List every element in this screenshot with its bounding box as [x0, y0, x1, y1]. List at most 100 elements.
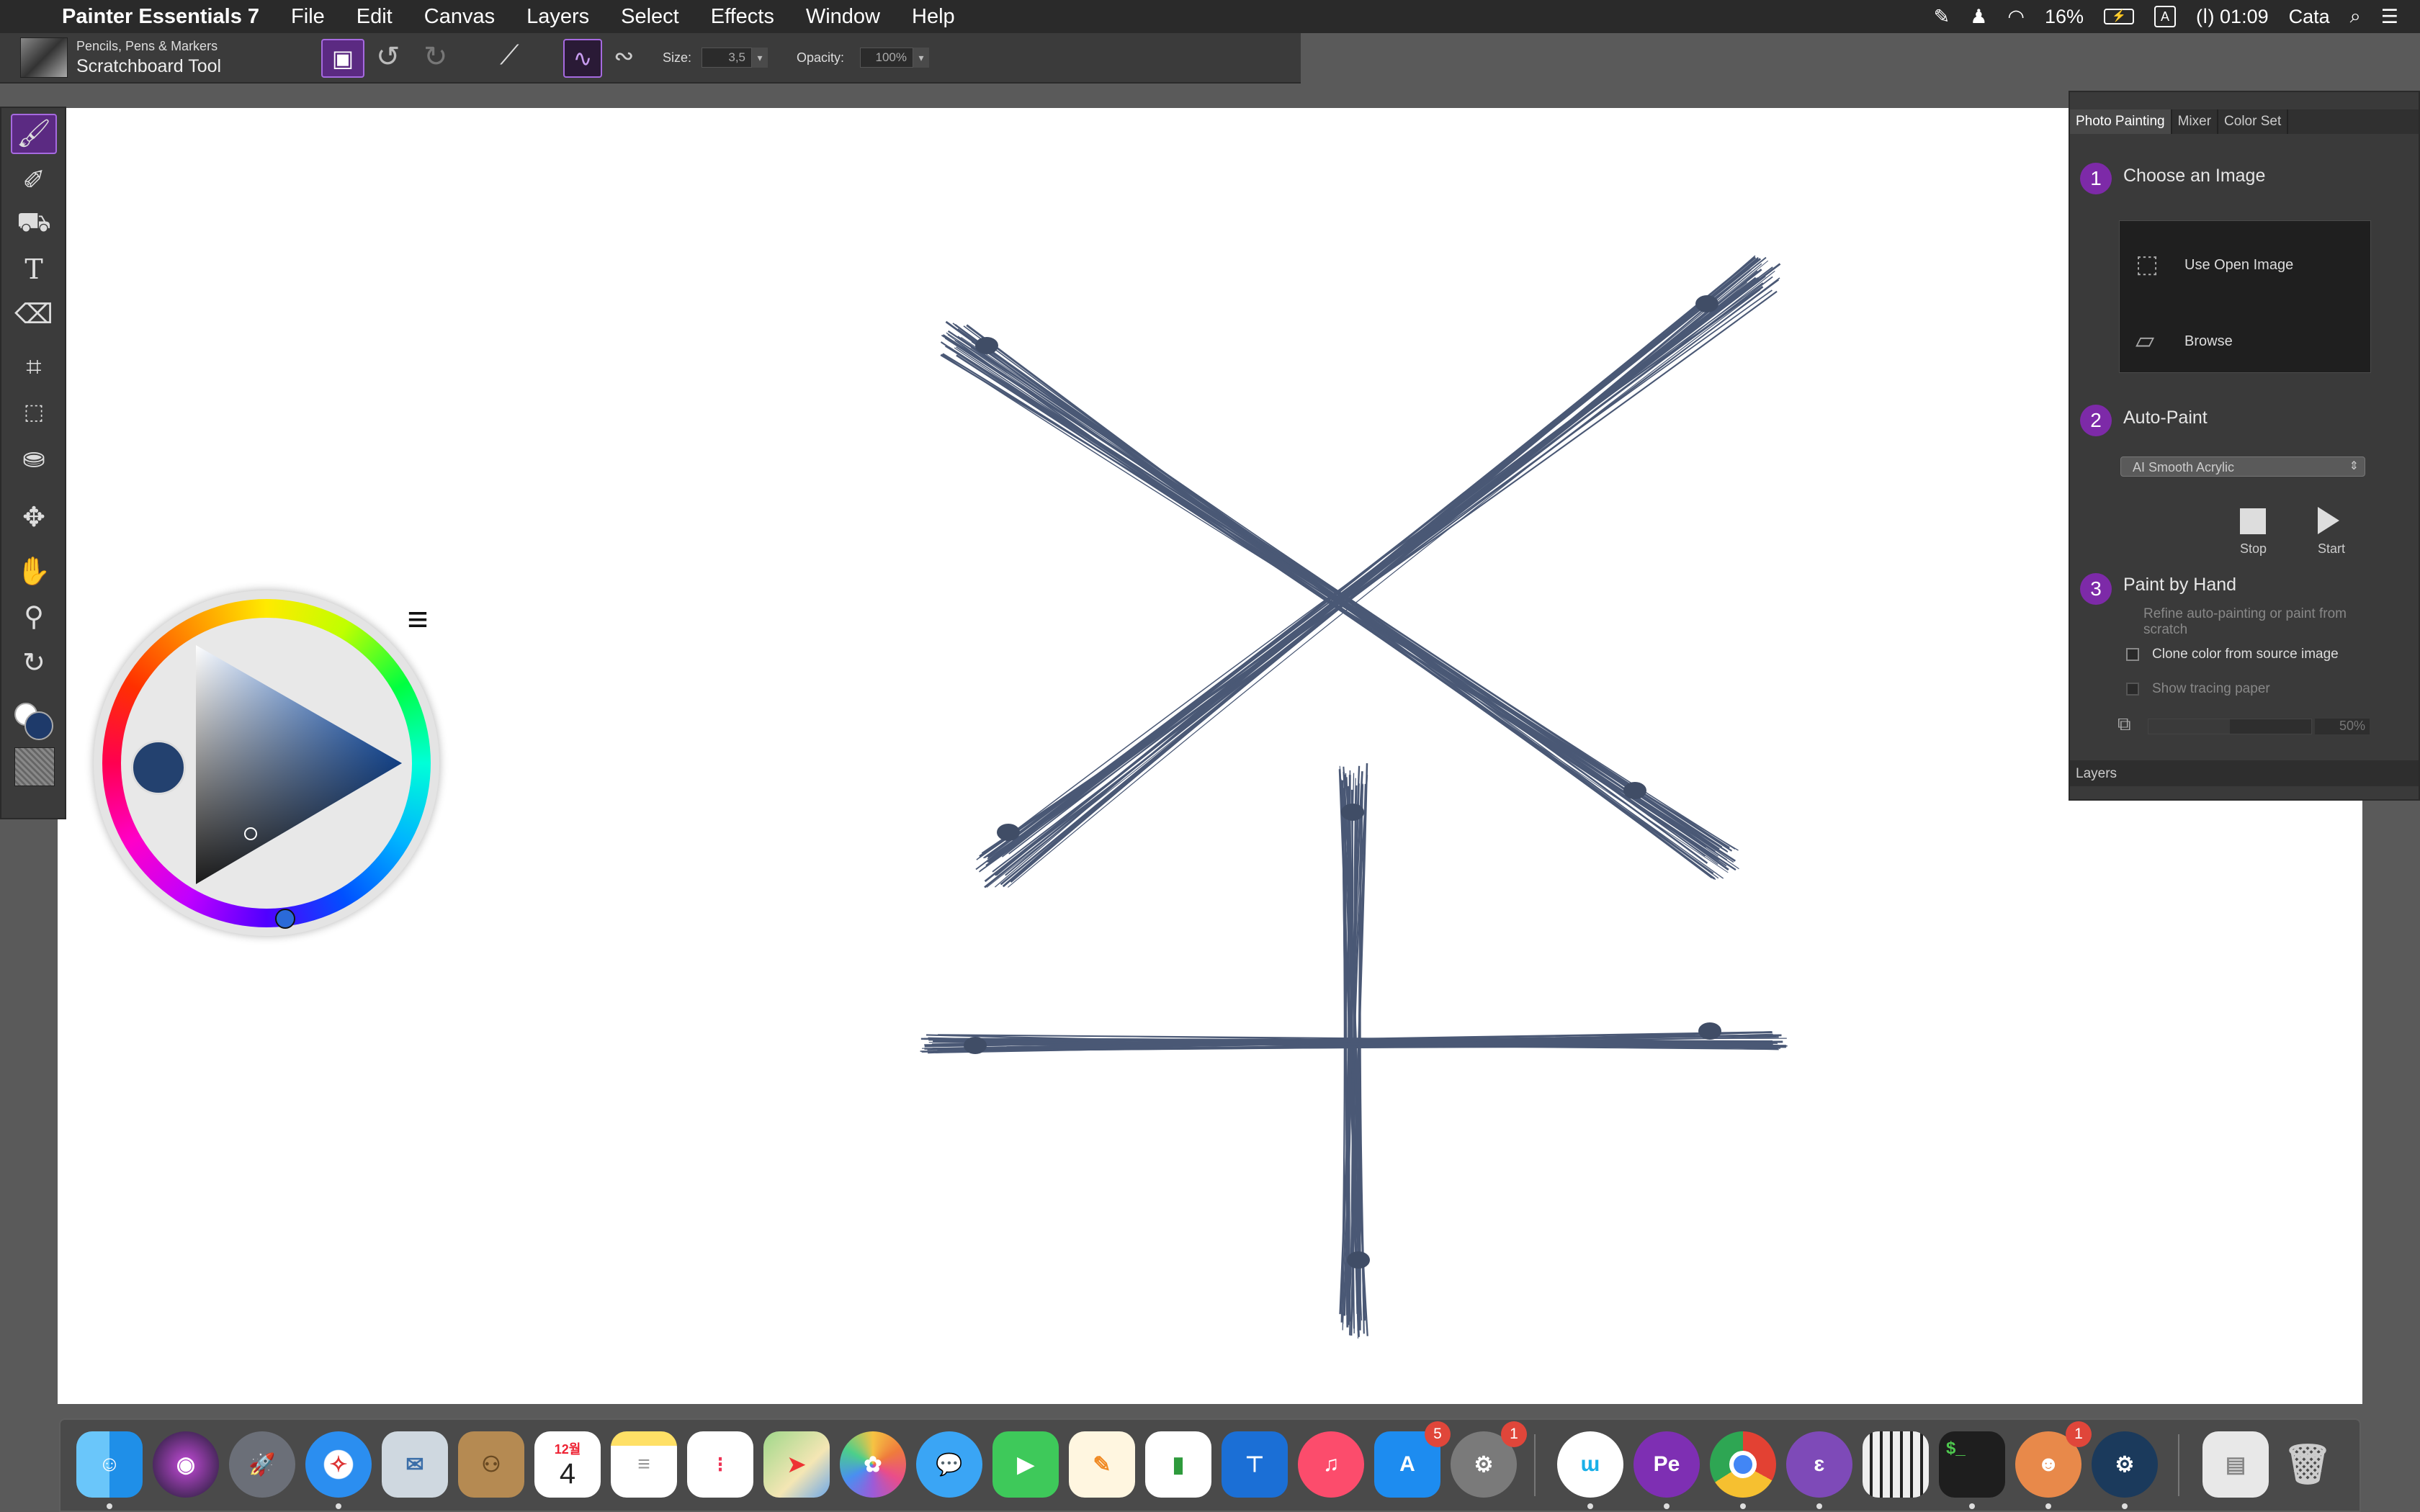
stop-icon[interactable]	[2240, 508, 2266, 534]
menu-edit[interactable]: Edit	[357, 5, 393, 29]
tab-mixer[interactable]: Mixer	[2172, 109, 2219, 134]
system-preferences-icon[interactable]: ⚙ 1	[1451, 1421, 1527, 1498]
clone-color-checkbox[interactable]	[2126, 648, 2139, 661]
tracing-paper-checkbox[interactable]	[2126, 683, 2139, 696]
app-name-menu[interactable]: Painter Essentials 7	[62, 5, 259, 29]
tab-photo-painting[interactable]: Photo Painting	[2070, 109, 2172, 134]
dock-separator-2	[2178, 1434, 2179, 1496]
menu-help[interactable]: Help	[912, 5, 955, 29]
tracing-opacity-value[interactable]: 50%	[2315, 719, 2370, 734]
music-icon[interactable]: ♫	[1298, 1431, 1364, 1498]
painter-essentials-icon[interactable]: Pe	[1634, 1431, 1700, 1509]
wifi-icon[interactable]: ◠	[2007, 6, 2025, 28]
browse-button[interactable]: Browse	[2184, 333, 2233, 350]
undo-icon[interactable]: ↺	[376, 40, 400, 73]
stop-label[interactable]: Stop	[2240, 541, 2267, 557]
opacity-dropdown-arrow[interactable]: ▾	[913, 48, 929, 68]
menu-layers[interactable]: Layers	[526, 5, 589, 29]
transform-tool-icon[interactable]: ✥	[11, 497, 57, 537]
menu-bar: Painter Essentials 7 File Edit Canvas La…	[0, 0, 2420, 33]
tab-layers[interactable]: Layers	[2076, 766, 2117, 782]
user-name[interactable]: Cata	[2289, 6, 2330, 28]
clone-color-label[interactable]: Clone color from source image	[2152, 647, 2339, 662]
facetime-icon[interactable]: ▶	[992, 1431, 1059, 1498]
open-image-icon[interactable]: ⬚	[2136, 250, 2159, 279]
chrome-icon[interactable]	[1710, 1431, 1776, 1509]
brush-category[interactable]: Pencils, Pens & Markers	[76, 39, 218, 54]
redo-icon[interactable]: ↻	[424, 40, 448, 73]
eraser-tool-icon[interactable]: ⌫	[11, 294, 57, 334]
notification-center-icon[interactable]: ☰	[2381, 6, 2398, 28]
rectangle-select-icon[interactable]: ⬚	[11, 392, 57, 432]
safari-icon[interactable]: ✧	[305, 1431, 372, 1509]
text-tool-icon[interactable]: T	[11, 249, 57, 289]
crop-tool-icon[interactable]: ⌗	[11, 347, 57, 387]
menu-effects[interactable]: Effects	[711, 5, 774, 29]
dropper-tool-icon[interactable]: ✐	[11, 160, 57, 200]
mail-icon[interactable]: ✉	[382, 1431, 448, 1498]
game-app-icon[interactable]: ☻ 1	[2015, 1421, 2092, 1509]
tracing-paper-label[interactable]: Show tracing paper	[2152, 681, 2270, 697]
straight-line-icon[interactable]: ∾	[614, 42, 635, 71]
finder-icon[interactable]: ☺	[76, 1431, 143, 1509]
contacts-icon[interactable]: ⚇	[458, 1431, 524, 1498]
menu-file[interactable]: File	[291, 5, 325, 29]
size-dropdown-arrow[interactable]: ▾	[752, 48, 768, 68]
clone-stamp-icon[interactable]: ⛂	[11, 438, 57, 478]
numbers-icon[interactable]: ▮	[1145, 1431, 1211, 1498]
brush-tool-icon[interactable]: 🖌	[11, 114, 57, 154]
brush-selector-icon[interactable]	[20, 37, 68, 78]
battery-percent[interactable]: 16%	[2045, 6, 2084, 28]
tracing-opacity-slider[interactable]	[2148, 719, 2312, 734]
auto-paint-preset-select[interactable]: AI Smooth Acrylic ⇕	[2120, 456, 2365, 477]
freehand-stroke-icon[interactable]: ∿	[563, 39, 602, 78]
start-label[interactable]: Start	[2318, 541, 2345, 557]
siri-icon[interactable]: ◉	[153, 1431, 219, 1498]
terminal-icon[interactable]: $_	[1939, 1431, 2005, 1509]
use-open-image-button[interactable]: Use Open Image	[2184, 257, 2293, 274]
maps-icon[interactable]: ➤	[763, 1431, 830, 1498]
magnifier-tool-icon[interactable]: ⚲	[11, 596, 57, 636]
wheel-menu-icon[interactable]: ≡	[396, 598, 439, 641]
steam-icon[interactable]: ⚙	[2092, 1431, 2158, 1509]
pencil-status-icon[interactable]: ✎	[1934, 6, 1950, 28]
paper-texture-swatch[interactable]	[14, 747, 55, 786]
notes-icon[interactable]: ≡	[611, 1431, 677, 1498]
app-store-icon[interactable]: A5	[1374, 1421, 1451, 1498]
menu-canvas[interactable]: Canvas	[424, 5, 495, 29]
main-color-swatch[interactable]	[24, 711, 53, 740]
rotate-page-icon[interactable]: ↻	[11, 642, 57, 683]
grabber-tool-icon[interactable]: ✋	[11, 552, 57, 592]
wacom-icon[interactable]: ɯ	[1557, 1431, 1623, 1509]
save-brush-icon[interactable]: ▣	[321, 39, 364, 78]
pages-icon[interactable]: ✎	[1069, 1431, 1135, 1498]
size-input[interactable]: 3,5	[702, 48, 752, 68]
calendar-icon[interactable]: 12월 4	[534, 1431, 601, 1498]
opacity-label: Opacity:	[797, 50, 845, 65]
start-icon[interactable]	[2318, 507, 2339, 534]
menu-window[interactable]: Window	[806, 5, 880, 29]
keynote-icon[interactable]: ⊤	[1222, 1431, 1288, 1498]
brush-variant[interactable]: Scratchboard Tool	[76, 56, 221, 77]
piano-app-icon[interactable]	[1863, 1431, 1929, 1498]
emacs-icon[interactable]: ɛ	[1786, 1431, 1852, 1509]
brush-stroke-icon[interactable]: ⟋	[500, 40, 519, 71]
photos-icon[interactable]: ✿	[840, 1431, 906, 1498]
input-source-icon[interactable]: A	[2154, 6, 2177, 27]
step3-badge: 3	[2080, 573, 2112, 605]
messages-icon[interactable]: 💬	[916, 1431, 982, 1498]
clock[interactable]: (ا) 01:09	[2196, 6, 2269, 28]
trash-icon[interactable]: 🗑	[2275, 1431, 2341, 1498]
battery-icon[interactable]: ⚡	[2104, 9, 2135, 24]
launchpad-icon[interactable]: 🚀	[229, 1431, 295, 1498]
temporal-color-wheel[interactable]: ≡	[94, 590, 439, 936]
paint-bucket-icon[interactable]: ⛟	[11, 204, 57, 245]
menu-select[interactable]: Select	[621, 5, 679, 29]
person-status-icon[interactable]: ♟	[1970, 6, 1987, 28]
tab-color-set[interactable]: Color Set	[2218, 109, 2289, 134]
reminders-icon[interactable]: ⁝	[687, 1431, 753, 1498]
spotlight-icon[interactable]: ⌕	[2350, 5, 2361, 28]
opacity-input[interactable]: 100%	[860, 48, 913, 68]
folder-icon[interactable]: ▱	[2136, 326, 2154, 355]
documents-stack-icon[interactable]: ▤	[2202, 1431, 2269, 1498]
